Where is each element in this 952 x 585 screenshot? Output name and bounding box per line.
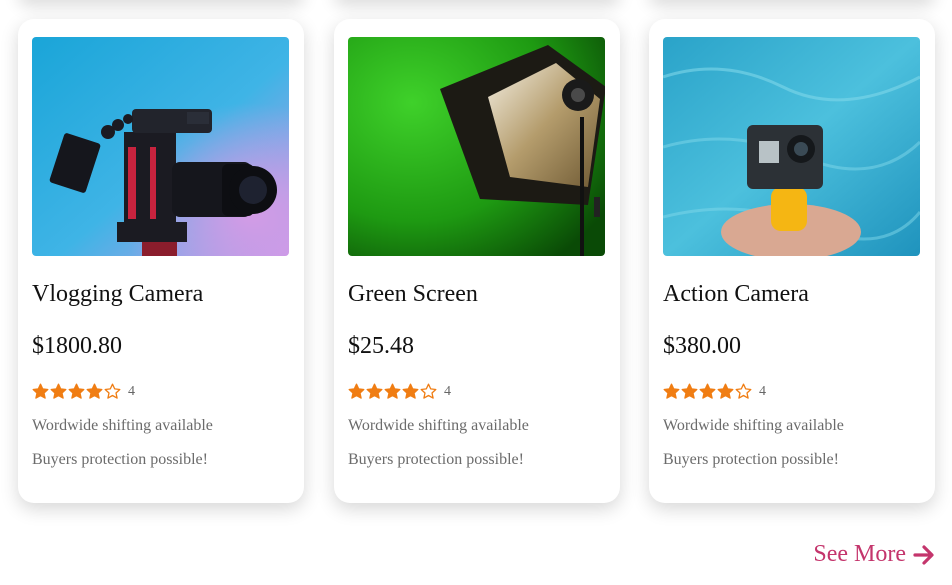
product-rating: 4 [348,383,451,400]
buyer-protection-info: Buyers protection possible! [663,451,839,468]
star-filled-icon [86,383,103,399]
arrow-right-icon [913,544,934,565]
rating-count: 4 [444,383,451,399]
see-more-link[interactable]: See More [813,541,936,568]
star-empty-icon [104,383,121,399]
star-filled-icon [681,383,698,399]
product-card[interactable]: Vlogging Camera $1800.80 4 Wordwide shif… [18,19,304,503]
star-filled-icon [402,383,419,399]
star-filled-icon [348,383,365,399]
rating-count: 4 [759,383,766,399]
star-rating-icons [32,383,121,400]
product-grid-page: Vlogging Camera $1800.80 4 Wordwide shif… [0,0,952,585]
rating-count: 4 [128,383,135,399]
star-filled-icon [50,383,67,399]
vlogging-camera-photo[interactable] [32,37,289,256]
star-filled-icon [68,383,85,399]
star-empty-icon [735,383,752,399]
star-filled-icon [717,383,734,399]
product-price: $25.48 [348,333,414,359]
star-empty-icon [420,383,437,399]
buyer-protection-info: Buyers protection possible! [348,451,524,468]
product-price: $1800.80 [32,333,122,359]
product-price: $380.00 [663,333,741,359]
star-rating-icons [663,383,752,400]
product-title[interactable]: Action Camera [663,281,809,308]
product-rating: 4 [663,383,766,400]
product-rating: 4 [32,383,135,400]
shipping-info: Wordwide shifting available [663,417,844,434]
star-filled-icon [384,383,401,399]
star-rating-icons [348,383,437,400]
star-filled-icon [699,383,716,399]
product-title[interactable]: Vlogging Camera [32,281,203,308]
shipping-info: Wordwide shifting available [32,417,213,434]
product-card[interactable]: Green Screen $25.48 4 Wordwide shifting … [334,19,620,503]
action-camera-photo[interactable] [663,37,920,256]
green-screen-photo[interactable] [348,37,605,256]
star-filled-icon [663,383,680,399]
product-card[interactable]: Action Camera $380.00 4 Wordwide shiftin… [649,19,935,503]
buyer-protection-info: Buyers protection possible! [32,451,208,468]
star-filled-icon [366,383,383,399]
shipping-info: Wordwide shifting available [348,417,529,434]
see-more-label: See More [813,541,906,567]
star-filled-icon [32,383,49,399]
product-title[interactable]: Green Screen [348,281,478,308]
